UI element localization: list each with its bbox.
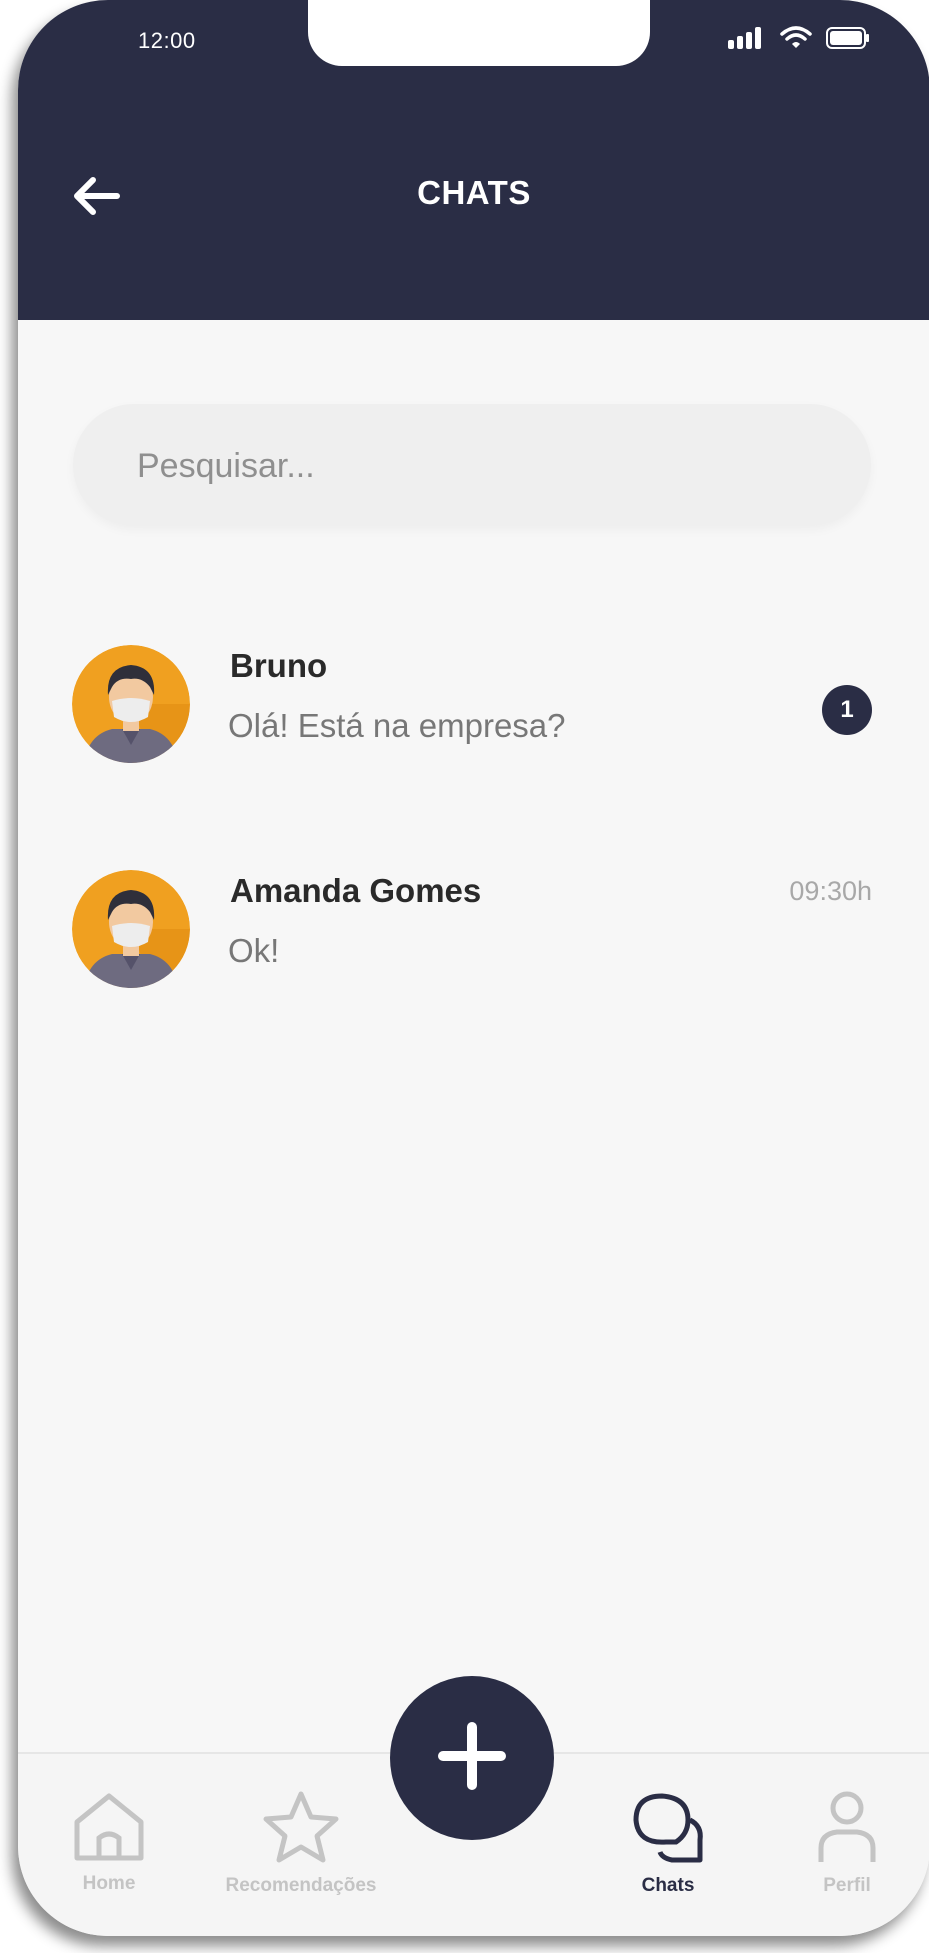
- signal-icon: [728, 27, 766, 54]
- chat-contact-name: Bruno: [230, 647, 328, 684]
- nav-label-home: Home: [82, 1873, 136, 1894]
- search-input[interactable]: [135, 404, 839, 528]
- avatar: [72, 870, 190, 988]
- nav-item-perfil[interactable]: Perfil: [747, 1790, 929, 1897]
- nav-label-chats: Chats: [641, 1875, 695, 1896]
- new-chat-button[interactable]: [390, 1676, 554, 1840]
- device-notch: [308, 0, 650, 66]
- chat-list-item-bruno[interactable]: Bruno Olá! Está na empresa? 1: [18, 645, 929, 805]
- chat-last-message: Olá! Está na empresa?: [228, 707, 566, 744]
- status-icons: [728, 26, 870, 55]
- page-title: CHATS: [417, 174, 531, 211]
- star-icon: [262, 1791, 340, 1868]
- app-header: 12:00 CHATS: [18, 0, 929, 320]
- nav-label-recomendacoes: Recomendações: [225, 1875, 377, 1896]
- status-time: 12:00: [138, 28, 196, 53]
- nav-item-chats[interactable]: Chats: [568, 1790, 768, 1897]
- chat-last-message: Ok!: [228, 932, 280, 969]
- phone-frame: 12:00 CHATS Pesquisar... Bruno Olá! Está…: [18, 0, 929, 1936]
- plus-icon: [437, 1721, 507, 1796]
- chat-icon: [630, 1793, 706, 1868]
- chat-contact-name: Amanda Gomes: [230, 872, 482, 909]
- unread-badge: 1: [822, 685, 872, 735]
- nav-label-perfil: Perfil: [823, 1875, 871, 1896]
- wifi-icon: [780, 26, 812, 55]
- home-icon: [71, 1793, 147, 1866]
- chat-timestamp: 09:30h: [789, 876, 872, 906]
- chat-list-item-amanda-gomes[interactable]: Amanda Gomes Ok! 09:30h: [18, 870, 929, 1030]
- nav-item-home[interactable]: Home: [18, 1790, 209, 1895]
- user-icon: [815, 1791, 879, 1868]
- search-bar: [73, 404, 871, 528]
- nav-item-recomendacoes[interactable]: Recomendações: [201, 1790, 401, 1897]
- battery-icon: [826, 27, 870, 54]
- avatar: [72, 645, 190, 763]
